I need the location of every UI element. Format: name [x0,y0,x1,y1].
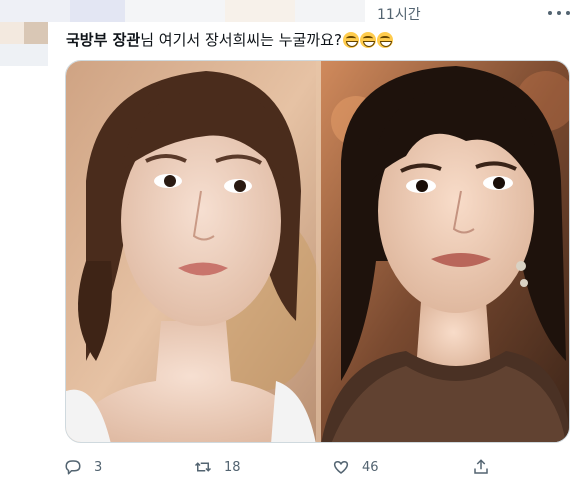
tweet-photo[interactable] [65,60,570,443]
grinning-emoji-icon [342,32,359,48]
tweet-text: 국방부 장관님 여기서 장서희씨는 누굴까요? [66,30,393,50]
avatar-blur-block [24,22,48,44]
blur-block [125,0,225,22]
avatar[interactable] [0,22,48,66]
photo-illustration [66,61,569,442]
blur-block [225,0,295,22]
reply-button[interactable]: 3 [64,456,102,478]
retweet-arrows-icon [194,462,212,472]
avatar-blur-block [0,22,24,44]
like-button[interactable]: 46 [332,456,379,478]
more-dots-icon[interactable] [548,6,570,20]
reply-count: 3 [94,459,103,475]
blurred-previous-content [0,0,370,22]
share-upload-icon [474,459,488,474]
blur-block [70,0,125,22]
grinning-emoji-icon [376,32,393,48]
tweet-actions: 3 18 46 [64,456,494,478]
avatar-blur-block [0,44,48,66]
comment-bubble-icon [65,460,81,475]
heart-icon [333,461,349,474]
retweet-count: 18 [224,459,241,475]
blur-block [0,0,70,22]
tweet-timestamp[interactable]: 11시간 [377,4,421,24]
blur-block [295,0,365,22]
share-button[interactable] [472,456,490,478]
tweet-body-text: 님 여기서 장서희씨는 누굴까요? [140,31,342,49]
retweet-button[interactable]: 18 [194,456,241,478]
like-count: 46 [362,459,379,475]
grinning-emoji-icon [359,32,376,48]
mention-link[interactable]: 국방부 장관 [66,31,140,49]
